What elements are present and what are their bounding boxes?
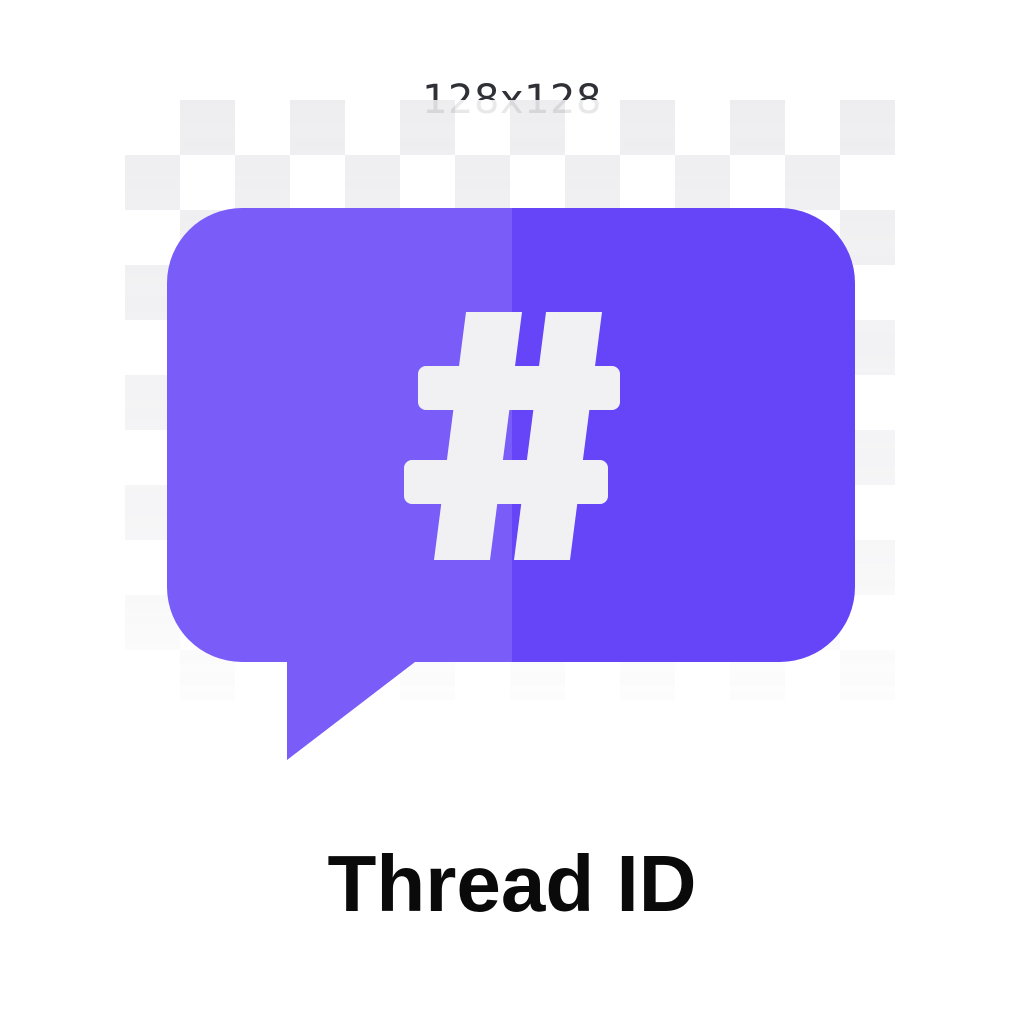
icon-caption: Thread ID — [327, 839, 697, 928]
